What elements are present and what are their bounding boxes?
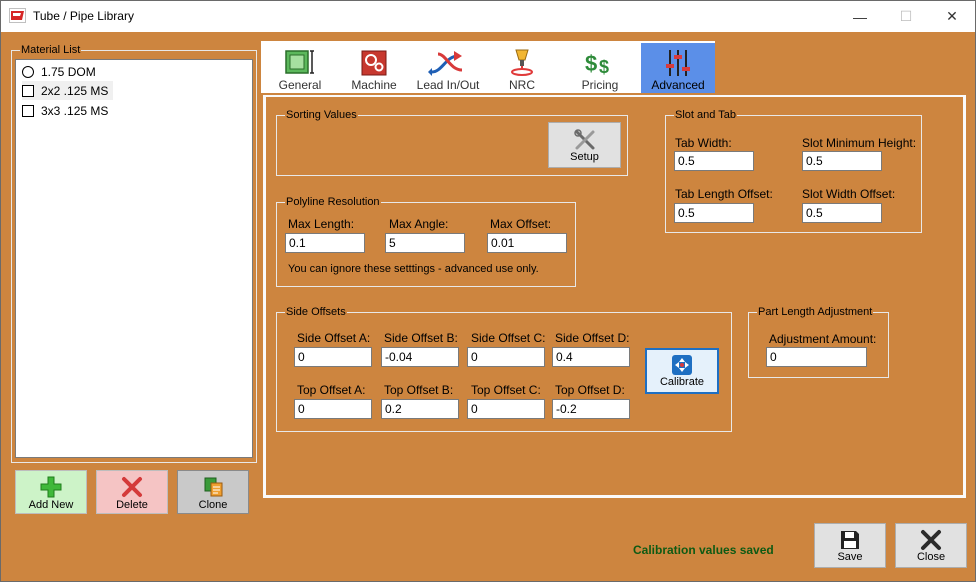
tab-lead-in-out[interactable]: Lead In/Out [411,43,485,93]
sorting-values-title: Sorting Values [285,108,358,122]
floppy-disk-icon [841,531,859,549]
close-label: Close [916,551,946,563]
top-offset-d-field[interactable]: -0.2 [552,399,630,419]
tab-pricing[interactable]: $ $ Pricing [563,43,637,93]
delete-x-icon [122,477,142,497]
side-offset-a-label: Side Offset A: [297,331,371,345]
checkbox-icon [22,104,34,117]
slot-and-tab-title: Slot and Tab [674,108,737,122]
material-list[interactable]: 1.75 DOM 2x2 .125 MS 3x3 .125 MS [15,59,253,458]
slot-min-height-label: Slot Minimum Height: [802,136,917,150]
svg-text:$: $ [585,51,597,76]
clone-icon [204,477,223,497]
setup-button[interactable]: Setup [548,122,621,168]
max-offset-field[interactable]: 0.01 [487,233,567,253]
polyline-note: You can ignore these setttings - advance… [288,263,539,275]
sliders-icon [666,50,690,76]
close-button[interactable]: Close [895,523,967,568]
top-offset-d-label: Top Offset D: [555,383,625,397]
side-offset-c-field[interactable]: 0 [467,347,545,367]
lead-arrows-icon [428,51,463,76]
tab-length-offset-field[interactable]: 0.5 [674,203,754,223]
list-item[interactable]: 1.75 DOM [22,62,96,81]
list-item[interactable]: 2x2 .125 MS [22,81,114,100]
material-list-title: Material List [20,43,82,57]
add-new-label: Add New [28,499,74,511]
save-label: Save [837,551,863,563]
delete-button[interactable]: Delete [96,470,168,514]
tab-label: Machine [351,78,397,92]
adjustment-amount-label: Adjustment Amount: [769,332,877,346]
window-title: Tube / Pipe Library [33,9,134,23]
part-length-adjustment-title: Part Length Adjustment [757,305,874,319]
tube-pipe-library-window: Tube / Pipe Library — ☐ ✕ Material List … [0,0,976,582]
side-offset-c-label: Side Offset C: [471,331,546,345]
tab-nrc[interactable]: NRC [485,43,559,93]
tab-advanced[interactable]: Advanced [641,43,715,93]
dollar-icon: $ $ [585,51,609,77]
add-new-button[interactable]: Add New [15,470,87,514]
clone-button[interactable]: Clone [177,470,249,514]
polyline-resolution-title: Polyline Resolution [285,195,381,209]
plus-icon [40,476,62,498]
tab-general[interactable]: General [263,43,337,93]
tab-label: NRC [509,78,535,92]
torch-icon [511,49,533,76]
slot-min-height-field[interactable]: 0.5 [802,151,882,171]
tab-width-label: Tab Width: [675,136,732,150]
slot-width-offset-label: Slot Width Offset: [802,187,896,201]
calibrate-button[interactable]: Calibrate [645,348,719,394]
slot-width-offset-field[interactable]: 0.5 [802,203,882,223]
top-offset-a-label: Top Offset A: [297,383,366,397]
top-offset-b-field[interactable]: 0.2 [381,399,459,419]
svg-text:$: $ [599,57,609,77]
checkbox-icon [22,84,34,97]
list-item-label: 1.75 DOM [41,64,96,79]
adjustment-amount-field[interactable]: 0 [766,347,867,367]
list-item-label: 3x3 .125 MS [41,103,109,118]
maximize-button[interactable]: ☐ [883,1,929,32]
gears-icon [361,50,387,76]
save-button[interactable]: Save [814,523,886,568]
max-angle-field[interactable]: 5 [385,233,465,253]
side-offset-b-field[interactable]: -0.04 [381,347,459,367]
top-offset-b-label: Top Offset B: [384,383,454,397]
list-item[interactable]: 3x3 .125 MS [22,101,108,120]
max-length-field[interactable]: 0.1 [285,233,365,253]
tab-label: Advanced [651,78,705,92]
calibrate-icon [672,355,692,375]
tab-label: Pricing [581,78,619,92]
close-x-icon [921,530,941,550]
top-offset-c-field[interactable]: 0 [467,399,545,419]
list-item-label: 2x2 .125 MS [41,83,109,98]
tab-machine[interactable]: Machine [337,43,411,93]
side-offset-d-field[interactable]: 0.4 [552,347,630,367]
top-offset-a-field[interactable]: 0 [294,399,372,419]
tab-length-offset-label: Tab Length Offset: [675,187,773,201]
close-window-button[interactable]: ✕ [929,1,975,32]
delete-label: Delete [116,499,148,511]
radio-icon [22,65,34,78]
max-angle-label: Max Angle: [389,217,449,231]
tab-strip: General Machine Lead In/Out NRC $ $ Pric… [261,41,715,93]
minimize-button[interactable]: — [837,1,883,32]
general-icon [285,50,314,74]
top-offset-c-label: Top Offset C: [471,383,541,397]
app-logo-icon [9,8,26,23]
tab-width-field[interactable]: 0.5 [674,151,754,171]
setup-label: Setup [570,151,599,163]
side-offsets-title: Side Offsets [285,305,347,319]
title-bar: Tube / Pipe Library — ☐ ✕ [1,1,975,32]
max-length-label: Max Length: [288,217,355,231]
side-offset-a-field[interactable]: 0 [294,347,372,367]
clone-label: Clone [198,499,228,511]
tab-label: General [278,78,322,92]
max-offset-label: Max Offset: [490,217,552,231]
status-message: Calibration values saved [633,543,774,557]
calibrate-label: Calibrate [659,376,705,388]
tab-label: Lead In/Out [416,78,480,92]
side-offset-b-label: Side Offset B: [384,331,458,345]
side-offset-d-label: Side Offset D: [555,331,630,345]
tools-icon [573,129,594,150]
